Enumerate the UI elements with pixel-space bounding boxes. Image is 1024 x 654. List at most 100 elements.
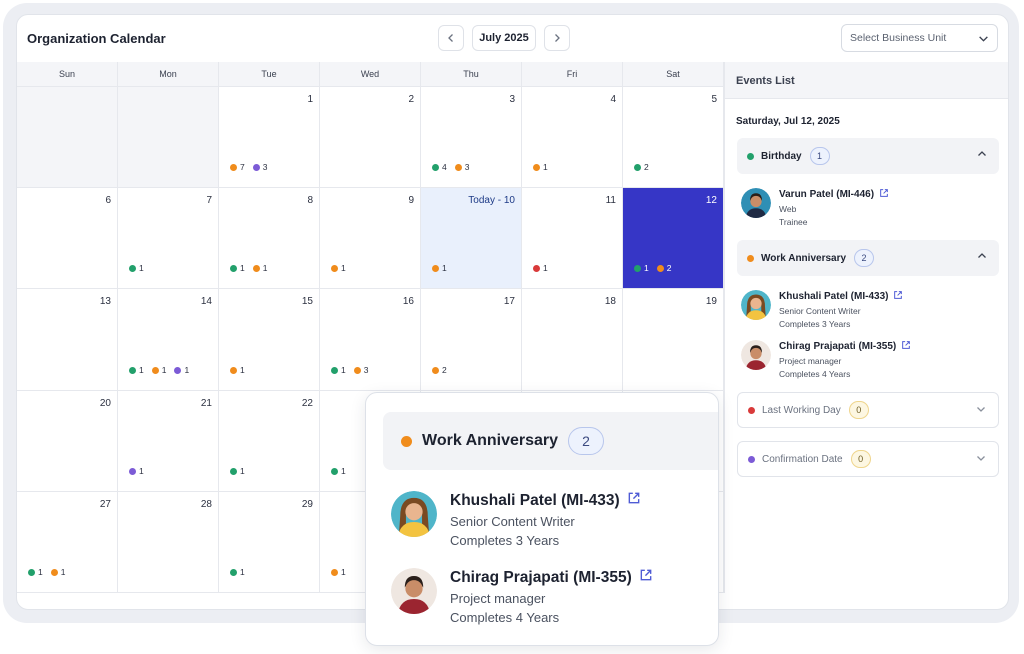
event-count: 3: [252, 162, 267, 172]
day-number: 6: [105, 195, 111, 207]
day-number: 15: [301, 296, 313, 308]
calendar-day[interactable]: 22 1: [219, 390, 320, 492]
orange-dot-icon: [454, 164, 462, 172]
person-name-text: Khushali Patel (MI-433): [779, 291, 889, 302]
event-count-value: 1: [240, 263, 245, 274]
event-count: 1: [533, 162, 548, 172]
event-dots: 1: [331, 466, 346, 476]
calendar-day[interactable]: 173: [219, 87, 320, 189]
person-name-text: Chirag Prajapati (MI-355): [779, 341, 897, 352]
business-unit-placeholder: Select Business Unit: [850, 32, 947, 44]
person-entry: Varun Patel (MI-446) Web Trainee: [741, 188, 889, 227]
calendar-day[interactable]: 16 1 3: [320, 289, 421, 391]
day-number: 29: [301, 498, 313, 510]
event-count-value: 1: [161, 364, 167, 375]
calendar-day[interactable]: 71: [118, 188, 219, 290]
current-month-label[interactable]: July 2025: [472, 25, 536, 51]
calendar-day-today[interactable]: Today - 10 1: [421, 188, 522, 290]
chevron-up-icon[interactable]: [977, 251, 987, 264]
event-dots: 12: [634, 263, 671, 273]
events-list-title: Events List: [725, 62, 1008, 99]
person-name[interactable]: Khushali Patel (MI-433): [450, 491, 641, 510]
event-group-last-working-day[interactable]: Last Working Day 0: [737, 392, 999, 428]
calendar-day[interactable]: 52: [623, 87, 724, 189]
event-group-birthday[interactable]: Birthday 1: [737, 138, 999, 174]
event-count: 3: [353, 365, 368, 375]
work-anniversary-popup: Work Anniversary 2 Khushali Patel (MI-43…: [365, 392, 719, 646]
event-group-confirmation-date[interactable]: Confirmation Date 0: [737, 441, 999, 477]
calendar-day[interactable]: 17 2: [421, 289, 522, 391]
weekday-header: Tue: [219, 62, 320, 87]
event-dots: 1: [230, 466, 245, 476]
day-number: 28: [200, 498, 212, 510]
calendar-day[interactable]: 19: [623, 289, 724, 391]
calendar-day[interactable]: 13: [17, 289, 118, 391]
external-link-icon[interactable]: [874, 188, 889, 201]
calendar-day[interactable]: 21 1: [118, 390, 219, 492]
chevron-down-icon[interactable]: [976, 453, 986, 466]
event-count: 1: [50, 567, 65, 577]
next-month-button[interactable]: [544, 25, 570, 51]
day-number: 13: [99, 296, 111, 308]
event-count-value: 1: [341, 465, 346, 476]
calendar-day-selected[interactable]: 12 1 2: [623, 188, 724, 290]
weekday-header: Thu: [421, 62, 522, 87]
person-name[interactable]: Chirag Prajapati (MI-355): [450, 568, 653, 587]
avatar: [741, 340, 771, 370]
green-dot-icon: [331, 366, 338, 374]
calendar-day[interactable]: 15 1: [219, 289, 320, 391]
event-color-dot: [401, 435, 412, 447]
day-number: 5: [711, 94, 717, 105]
red-dot-icon: [533, 265, 540, 273]
calendar-day[interactable]: 18: [522, 289, 623, 391]
green-dot-icon: [634, 265, 641, 273]
calendar-day[interactable]: 343: [421, 87, 522, 189]
event-count-value: 1: [341, 364, 346, 375]
person-info: Khushali Patel (MI-433) Senior Content Wr…: [450, 491, 641, 548]
event-count: 1: [129, 466, 144, 476]
event-count-value: 2: [442, 364, 447, 375]
event-group-name: Last Working Day: [762, 404, 841, 416]
calendar-day[interactable]: 41: [522, 87, 623, 189]
calendar-day[interactable]: 6: [17, 188, 118, 290]
person-detail: Completes 4 Years: [779, 369, 851, 379]
person-name[interactable]: Chirag Prajapati (MI-355): [779, 340, 911, 353]
event-count-value: 1: [240, 364, 245, 375]
calendar-day[interactable]: [17, 87, 118, 189]
calendar-day[interactable]: 20: [17, 390, 118, 492]
day-number: 17: [503, 296, 515, 308]
event-count: 1: [230, 466, 245, 476]
person-name[interactable]: Varun Patel (MI-446): [779, 188, 889, 201]
event-group-count: 0: [850, 450, 871, 468]
event-count: 1: [230, 567, 245, 577]
weekday-header: Sat: [623, 62, 724, 87]
calendar-day[interactable]: 28: [118, 491, 219, 593]
calendar-day[interactable]: 27 1 1: [17, 491, 118, 593]
calendar-day[interactable]: 811: [219, 188, 320, 290]
event-count: 2: [634, 162, 649, 172]
chevron-down-icon[interactable]: [976, 404, 986, 417]
event-count: 1: [331, 567, 346, 577]
chevron-up-icon[interactable]: [977, 149, 987, 162]
calendar-day[interactable]: 2: [320, 87, 421, 189]
calendar-day[interactable]: 14 1 1 1: [118, 289, 219, 391]
event-group-work-anniversary[interactable]: Work Anniversary 2: [737, 240, 999, 276]
person-info: Varun Patel (MI-446) Web Trainee: [779, 188, 889, 227]
event-group-count: 0: [848, 401, 869, 419]
green-dot-icon: [129, 366, 136, 374]
external-link-icon[interactable]: [632, 568, 653, 587]
business-unit-select[interactable]: Select Business Unit: [841, 24, 998, 52]
prev-month-button[interactable]: [438, 25, 464, 51]
external-link-icon[interactable]: [620, 491, 641, 510]
event-count-value: 1: [543, 263, 548, 274]
event-dots: 1: [230, 567, 245, 577]
calendar-day[interactable]: 91: [320, 188, 421, 290]
external-link-icon[interactable]: [896, 340, 911, 353]
event-count-value: 1: [184, 364, 190, 375]
external-link-icon[interactable]: [888, 290, 903, 303]
calendar-day[interactable]: [118, 87, 219, 189]
person-name[interactable]: Khushali Patel (MI-433): [779, 290, 903, 303]
calendar-day[interactable]: 11 1: [522, 188, 623, 290]
calendar-day[interactable]: 29 1: [219, 491, 320, 593]
weekday-header: Fri: [522, 62, 623, 87]
